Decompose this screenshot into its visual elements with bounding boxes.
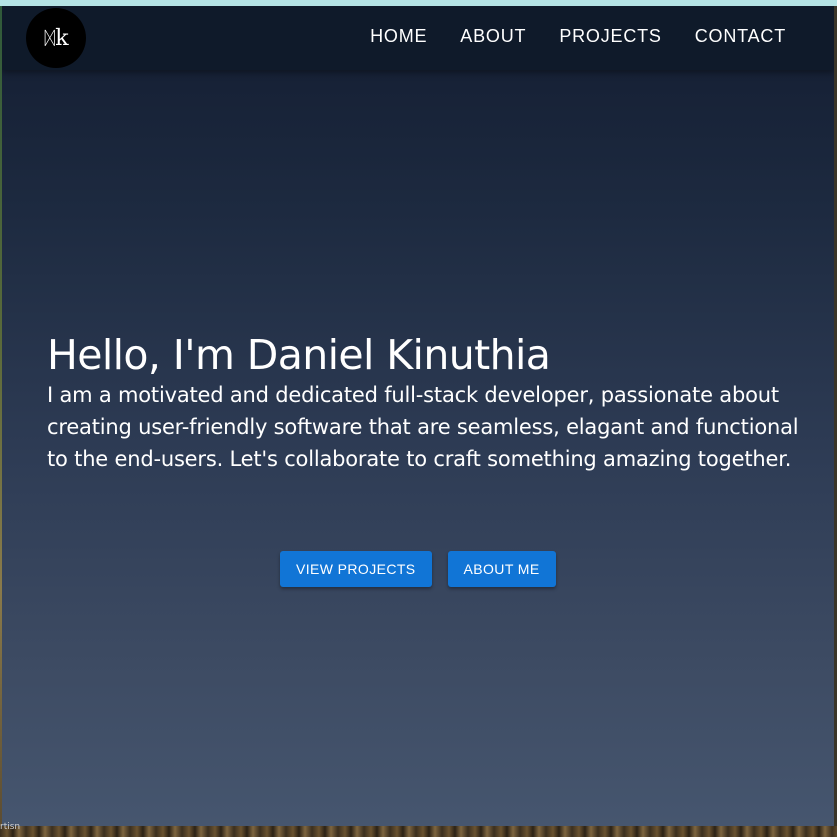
nav-links: HOME ABOUT PROJECTS CONTACT [370,26,786,47]
nav-projects[interactable]: PROJECTS [559,26,661,47]
nav-home[interactable]: HOME [370,26,427,47]
view-projects-button[interactable]: VIEW PROJECTS [280,551,432,587]
backdrop-bottom [0,826,837,837]
logo-letter: k [55,25,68,51]
browser-viewport: ᛞ k HOME ABOUT PROJECTS CONTACT Hello, I… [0,0,837,837]
hero-actions: VIEW PROJECTS ABOUT ME [280,551,556,587]
about-me-button[interactable]: ABOUT ME [447,551,556,587]
hero-section: Hello, I'm Daniel Kinuthia I am a motiva… [47,331,807,475]
background-text-snippet: rtisn [0,822,21,832]
hero-heading: Hello, I'm Daniel Kinuthia [47,331,551,379]
navbar: ᛞ k HOME ABOUT PROJECTS CONTACT [2,6,834,70]
logo[interactable]: ᛞ k [26,8,86,68]
site-container: ᛞ k HOME ABOUT PROJECTS CONTACT Hello, I… [2,6,834,828]
hero-description: I am a motivated and dedicated full-stac… [47,383,799,472]
nav-contact[interactable]: CONTACT [695,26,786,47]
nav-about[interactable]: ABOUT [460,26,526,47]
lion-icon: ᛞ [44,27,55,49]
